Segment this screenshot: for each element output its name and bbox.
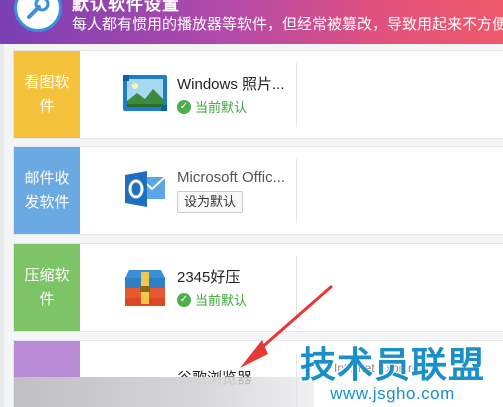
- divider: [296, 256, 297, 320]
- divider: [296, 63, 297, 127]
- check-icon: ✓: [177, 99, 191, 114]
- app-option-outlook[interactable]: Microsoft Offic... 设为默认: [121, 165, 291, 219]
- haozip-icon: [125, 270, 165, 306]
- outlook-icon: [125, 171, 166, 207]
- status-badge: ✓ 当前默认: [177, 290, 247, 309]
- status-badge: ✓ 当前默认: [177, 97, 247, 116]
- status-text: 当前默认: [195, 100, 248, 115]
- app-option-photos[interactable]: Windows 照片... ✓ 当前默认: [121, 69, 291, 123]
- app-option-haozip[interactable]: 2345好压 ✓ 当前默认: [121, 262, 291, 316]
- app-name: Windows 照片...: [177, 76, 285, 93]
- list-item: 邮件收发软件 Microsoft Offic... 设为默认: [13, 146, 503, 235]
- app-name: 2345好压: [177, 269, 241, 286]
- set-default-button[interactable]: 设为默认: [177, 191, 244, 213]
- app-name: Microsoft Offic...: [177, 169, 286, 186]
- page-subtitle: 每人都有惯用的播放器等软件，但经常被篡改，导致用起来不方便。: [72, 16, 503, 33]
- list-item: 看图软件 Windows 照片... ✓ 当前默认: [13, 50, 503, 139]
- watermark-text: 技术员联盟: [299, 344, 485, 385]
- watermark-url: www.jsgho.com: [330, 384, 455, 403]
- check-icon: ✓: [177, 292, 191, 307]
- divider: [296, 159, 297, 223]
- category-label: 看图软件: [14, 51, 80, 138]
- settings-logo-icon: [14, 0, 62, 32]
- category-label: 压缩软件: [14, 244, 80, 331]
- watermark: 技术员联盟 www.jsgho.com: [300, 345, 485, 403]
- list-item: 压缩软件 2345好压 ✓ 当前默认: [13, 243, 503, 332]
- overlay-shadow: [14, 377, 314, 407]
- status-text: 当前默认: [195, 293, 248, 308]
- photo-viewer-icon: [123, 75, 167, 111]
- header-banner: 默认软件设置 每人都有惯用的播放器等软件，但经常被篡改，导致用起来不方便。: [0, 0, 503, 44]
- category-label: 邮件收发软件: [14, 147, 80, 234]
